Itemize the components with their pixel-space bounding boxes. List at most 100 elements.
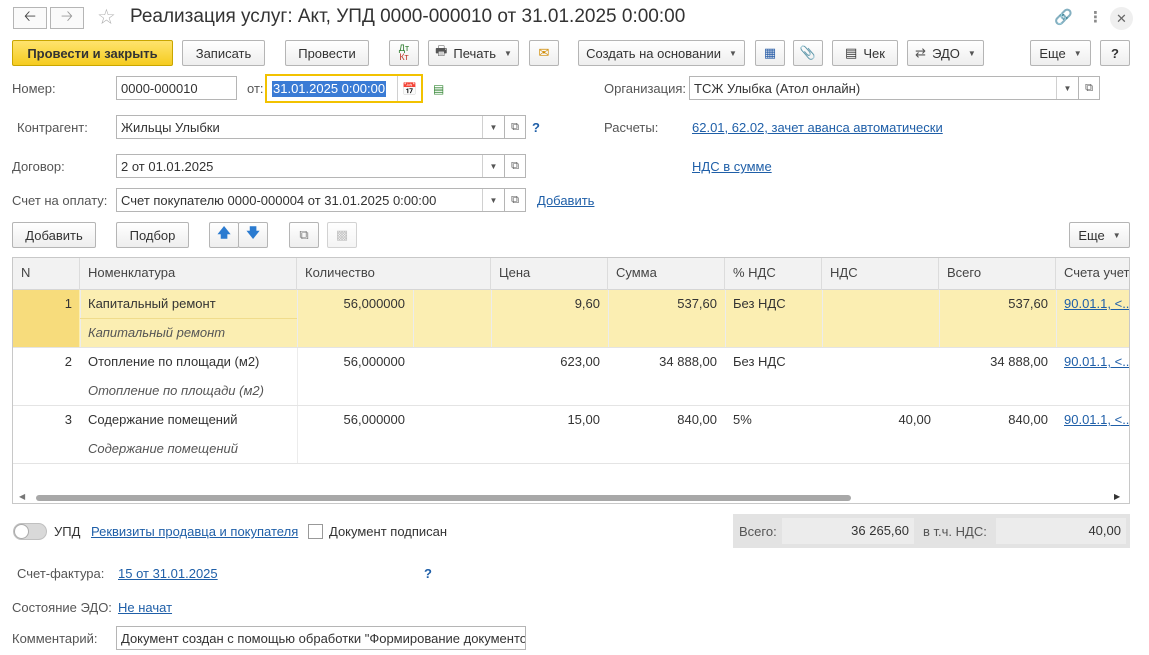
vat-in-sum-link[interactable]: НДС в сумме [692, 159, 772, 174]
settlements-link[interactable]: 62.01, 62.02, зачет аванса автоматически [692, 120, 943, 135]
forward-button[interactable]: 🡢 [50, 7, 84, 29]
create-based-on-label: Создать на основании [586, 45, 721, 61]
total-cell[interactable]: 840,00 [939, 412, 1048, 427]
content-cell[interactable]: Содержание помещений [88, 441, 293, 456]
content-cell[interactable]: Капитальный ремонт [88, 325, 293, 340]
table-more-button[interactable]: Еще ▼ [1069, 222, 1130, 248]
invoice-fact-help-icon[interactable]: ? [424, 566, 432, 581]
edo-button[interactable]: ⇄ ЭДО ▼ [907, 40, 984, 66]
vat-rate-cell[interactable]: Без НДС [733, 354, 821, 369]
open-contractor-button[interactable]: ⧉ [504, 115, 526, 139]
dt-kt-button[interactable]: Дт Кт [389, 40, 419, 66]
link-icon[interactable]: 🔗 [1054, 8, 1073, 26]
post-and-close-button[interactable]: Провести и закрыть [12, 40, 173, 66]
chevron-down-icon[interactable]: ▼ [482, 189, 504, 211]
col-accounts[interactable]: Счета учет [1056, 258, 1129, 290]
nomenclature-cell[interactable]: Отопление по площади (м2) [88, 354, 293, 369]
chevron-down-icon[interactable]: ▼ [482, 116, 504, 138]
horizontal-scrollbar[interactable]: ◀ ▶ [13, 491, 1129, 503]
contractor-help-icon[interactable]: ? [532, 120, 540, 135]
col-sum[interactable]: Сумма [608, 258, 725, 290]
vat-cell[interactable]: 40,00 [822, 412, 931, 427]
goods-table[interactable]: N Номенклатура Количество Цена Сумма % Н… [12, 257, 1130, 504]
calendar-icon[interactable]: 📅 [397, 76, 421, 101]
dt-kt-icon: Дт Кт [398, 43, 410, 62]
number-field[interactable]: 0000-000010 [116, 76, 237, 100]
favorite-star-icon[interactable]: ☆ [97, 5, 116, 30]
col-price[interactable]: Цена [491, 258, 608, 290]
structure-button[interactable]: ▦ [755, 40, 785, 66]
col-n[interactable]: N [13, 258, 80, 290]
sum-cell[interactable]: 840,00 [608, 412, 717, 427]
signed-checkbox[interactable] [308, 524, 323, 539]
open-invoice-button[interactable]: ⧉ [504, 188, 526, 212]
save-button[interactable]: Записать [182, 40, 265, 66]
move-down-button[interactable]: 🡇 [238, 222, 268, 248]
cheque-button[interactable]: ▤ Чек [832, 40, 898, 66]
total-cell[interactable]: 34 888,00 [939, 354, 1048, 369]
date-field[interactable]: 31.01.2025 0:00:00 📅 [265, 74, 423, 103]
sum-cell[interactable]: 537,60 [608, 296, 717, 311]
add-invoice-link[interactable]: Добавить [537, 193, 594, 208]
contract-field[interactable]: 2 от 01.01.2025 ▼ [116, 154, 505, 178]
chevron-down-icon[interactable]: ▼ [482, 155, 504, 177]
quantity-cell[interactable]: 56,000000 [297, 412, 405, 427]
add-row-button[interactable]: Добавить [12, 222, 96, 248]
sum-cell[interactable]: 34 888,00 [608, 354, 717, 369]
print-label: Печать [453, 45, 496, 61]
accounts-link[interactable]: 90.01.1, <... [1064, 412, 1129, 427]
table-row[interactable]: 3 Содержание помещений Содержание помеще… [13, 406, 1129, 464]
col-quantity[interactable]: Количество [297, 258, 491, 290]
invoice-fact-link[interactable]: 15 от 31.01.2025 [118, 566, 218, 581]
more-menu-icon[interactable]: ⋮ [1088, 8, 1103, 26]
price-cell[interactable]: 623,00 [491, 354, 600, 369]
column-divider [1056, 290, 1057, 347]
accounts-link[interactable]: 90.01.1, <... [1064, 296, 1129, 311]
pick-button[interactable]: Подбор [116, 222, 189, 248]
quantity-cell[interactable]: 56,000000 [297, 354, 405, 369]
contract-value: 2 от 01.01.2025 [121, 158, 214, 174]
table-row[interactable]: 2 Отопление по площади (м2) Отопление по… [13, 348, 1129, 406]
price-cell[interactable]: 15,00 [491, 412, 600, 427]
col-vat[interactable]: НДС [822, 258, 939, 290]
help-button[interactable]: ? [1100, 40, 1130, 66]
organization-field[interactable]: ТСЖ Улыбка (Атол онлайн) ▼ [689, 76, 1079, 100]
open-organization-button[interactable]: ⧉ [1078, 76, 1100, 100]
edo-state-link[interactable]: Не начат [118, 600, 172, 615]
move-up-button[interactable]: 🡅 [209, 222, 239, 248]
comment-field[interactable]: Документ создан с помощью обработки "Фор… [116, 626, 526, 650]
post-button[interactable]: Провести [285, 40, 369, 66]
total-cell[interactable]: 537,60 [939, 296, 1048, 311]
accounts-link[interactable]: 90.01.1, <... [1064, 354, 1129, 369]
invoice-field[interactable]: Счет покупателю 0000-000004 от 31.01.202… [116, 188, 505, 212]
quantity-cell[interactable]: 56,000000 [297, 296, 405, 311]
upd-toggle[interactable] [13, 523, 47, 540]
col-nomenclature[interactable]: Номенклатура [80, 258, 297, 290]
print-button[interactable]: 🖶 Печать ▼ [428, 40, 519, 66]
chevron-down-icon[interactable]: ▼ [1056, 77, 1078, 99]
scroll-right-icon[interactable]: ▶ [1114, 492, 1120, 501]
back-button[interactable]: 🡠 [13, 7, 47, 29]
more-button[interactable]: Еще ▼ [1030, 40, 1091, 66]
paste-row-button[interactable]: ▩ [327, 222, 357, 248]
date-edit-icon[interactable]: ▤ [433, 82, 444, 96]
price-cell[interactable]: 9,60 [491, 296, 600, 311]
email-button[interactable]: ✉ [529, 40, 559, 66]
open-contract-button[interactable]: ⧉ [504, 154, 526, 178]
table-header: N Номенклатура Количество Цена Сумма % Н… [13, 258, 1129, 290]
scroll-left-icon[interactable]: ◀ [19, 492, 25, 501]
col-vat-rate[interactable]: % НДС [725, 258, 822, 290]
requisites-link[interactable]: Реквизиты продавца и покупателя [91, 524, 298, 539]
attachments-button[interactable]: 📎 [793, 40, 823, 66]
create-based-on-button[interactable]: Создать на основании ▼ [578, 40, 745, 66]
vat-rate-cell[interactable]: Без НДС [733, 296, 821, 311]
close-button[interactable]: ✕ [1110, 7, 1133, 30]
content-cell[interactable]: Отопление по площади (м2) [88, 383, 293, 398]
vat-rate-cell[interactable]: 5% [733, 412, 821, 427]
copy-row-button[interactable]: ⧉ [289, 222, 319, 248]
nomenclature-cell[interactable]: Содержание помещений [88, 412, 293, 427]
col-total[interactable]: Всего [939, 258, 1056, 290]
contractor-field[interactable]: Жильцы Улыбки ▼ [116, 115, 505, 139]
edo-state-label: Состояние ЭДО: [12, 600, 112, 615]
scrollbar-thumb[interactable] [36, 495, 851, 501]
